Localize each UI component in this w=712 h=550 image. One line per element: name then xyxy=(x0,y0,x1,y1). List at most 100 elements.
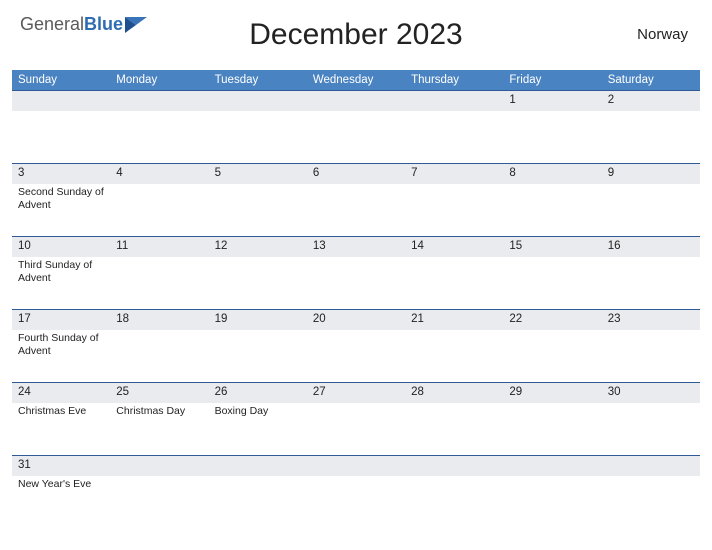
day-header: Monday xyxy=(110,70,208,90)
dates-row: 10 11 12 13 14 15 16 xyxy=(12,236,700,257)
week-row: 10 11 12 13 14 15 16 Third Sunday of Adv… xyxy=(12,236,700,309)
date-cell: 23 xyxy=(602,310,700,330)
calendar-title: December 2023 xyxy=(249,18,462,52)
day-header: Wednesday xyxy=(307,70,405,90)
date-cell: 22 xyxy=(503,310,601,330)
date-cell: 21 xyxy=(405,310,503,330)
calendar-body: 1 2 3 4 5 6 7 8 9 Second Sunday of Adven… xyxy=(12,90,700,516)
event-cell xyxy=(209,257,307,309)
date-cell: 29 xyxy=(503,383,601,403)
country-label: Norway xyxy=(637,26,688,43)
event-cell xyxy=(503,330,601,382)
dates-row: 3 4 5 6 7 8 9 xyxy=(12,163,700,184)
date-cell: 24 xyxy=(12,383,110,403)
date-cell xyxy=(209,91,307,111)
event-cell xyxy=(12,111,110,163)
week-row: 1 2 xyxy=(12,90,700,163)
event-cell xyxy=(307,476,405,516)
events-row: Fourth Sunday of Advent xyxy=(12,330,700,382)
event-cell: Boxing Day xyxy=(209,403,307,455)
event-cell xyxy=(405,184,503,236)
date-cell: 27 xyxy=(307,383,405,403)
event-cell xyxy=(110,257,208,309)
logo-text-2: Blue xyxy=(84,14,123,35)
event-cell xyxy=(602,476,700,516)
event-cell xyxy=(307,330,405,382)
day-header-row: Sunday Monday Tuesday Wednesday Thursday… xyxy=(12,70,700,90)
week-row: 31 New Year's Eve xyxy=(12,455,700,516)
date-cell xyxy=(209,456,307,476)
day-header: Saturday xyxy=(602,70,700,90)
event-cell: Fourth Sunday of Advent xyxy=(12,330,110,382)
date-cell: 20 xyxy=(307,310,405,330)
date-cell: 12 xyxy=(209,237,307,257)
event-cell xyxy=(405,403,503,455)
event-cell: New Year's Eve xyxy=(12,476,110,516)
date-cell: 2 xyxy=(602,91,700,111)
events-row: Christmas Eve Christmas Day Boxing Day xyxy=(12,403,700,455)
date-cell: 15 xyxy=(503,237,601,257)
dates-row: 17 18 19 20 21 22 23 xyxy=(12,309,700,330)
event-cell xyxy=(503,403,601,455)
date-cell xyxy=(110,456,208,476)
event-cell xyxy=(307,403,405,455)
date-cell: 5 xyxy=(209,164,307,184)
date-cell: 17 xyxy=(12,310,110,330)
day-header: Friday xyxy=(503,70,601,90)
date-cell: 7 xyxy=(405,164,503,184)
date-cell: 3 xyxy=(12,164,110,184)
event-cell: Third Sunday of Advent xyxy=(12,257,110,309)
event-cell xyxy=(110,184,208,236)
event-cell: Second Sunday of Advent xyxy=(12,184,110,236)
event-cell xyxy=(602,184,700,236)
day-header: Sunday xyxy=(12,70,110,90)
date-cell: 31 xyxy=(12,456,110,476)
event-cell xyxy=(405,330,503,382)
event-cell xyxy=(405,257,503,309)
dates-row: 24 25 26 27 28 29 30 xyxy=(12,382,700,403)
event-cell: Christmas Eve xyxy=(12,403,110,455)
event-cell xyxy=(602,403,700,455)
event-cell xyxy=(307,111,405,163)
event-cell xyxy=(503,184,601,236)
event-cell xyxy=(405,111,503,163)
events-row: Second Sunday of Advent xyxy=(12,184,700,236)
event-cell xyxy=(307,257,405,309)
date-cell: 6 xyxy=(307,164,405,184)
week-row: 24 25 26 27 28 29 30 Christmas Eve Chris… xyxy=(12,382,700,455)
date-cell: 13 xyxy=(307,237,405,257)
date-cell xyxy=(602,456,700,476)
logo-flag-icon xyxy=(125,17,147,33)
event-cell xyxy=(209,184,307,236)
logo: GeneralBlue xyxy=(20,14,147,35)
date-cell xyxy=(405,91,503,111)
dates-row: 1 2 xyxy=(12,90,700,111)
week-row: 17 18 19 20 21 22 23 Fourth Sunday of Ad… xyxy=(12,309,700,382)
date-cell: 8 xyxy=(503,164,601,184)
date-cell xyxy=(307,91,405,111)
event-cell xyxy=(602,330,700,382)
event-cell xyxy=(209,330,307,382)
event-cell xyxy=(602,111,700,163)
calendar-header: GeneralBlue December 2023 Norway xyxy=(12,18,700,52)
date-cell: 1 xyxy=(503,91,601,111)
events-row: New Year's Eve xyxy=(12,476,700,516)
week-row: 3 4 5 6 7 8 9 Second Sunday of Advent xyxy=(12,163,700,236)
event-cell xyxy=(110,330,208,382)
date-cell: 10 xyxy=(12,237,110,257)
event-cell xyxy=(110,476,208,516)
date-cell: 18 xyxy=(110,310,208,330)
date-cell xyxy=(307,456,405,476)
date-cell: 30 xyxy=(602,383,700,403)
event-cell xyxy=(503,111,601,163)
event-cell xyxy=(209,111,307,163)
date-cell: 11 xyxy=(110,237,208,257)
events-row xyxy=(12,111,700,163)
day-header: Tuesday xyxy=(209,70,307,90)
event-cell xyxy=(110,111,208,163)
date-cell xyxy=(503,456,601,476)
event-cell xyxy=(405,476,503,516)
dates-row: 31 xyxy=(12,455,700,476)
date-cell xyxy=(405,456,503,476)
event-cell xyxy=(503,257,601,309)
